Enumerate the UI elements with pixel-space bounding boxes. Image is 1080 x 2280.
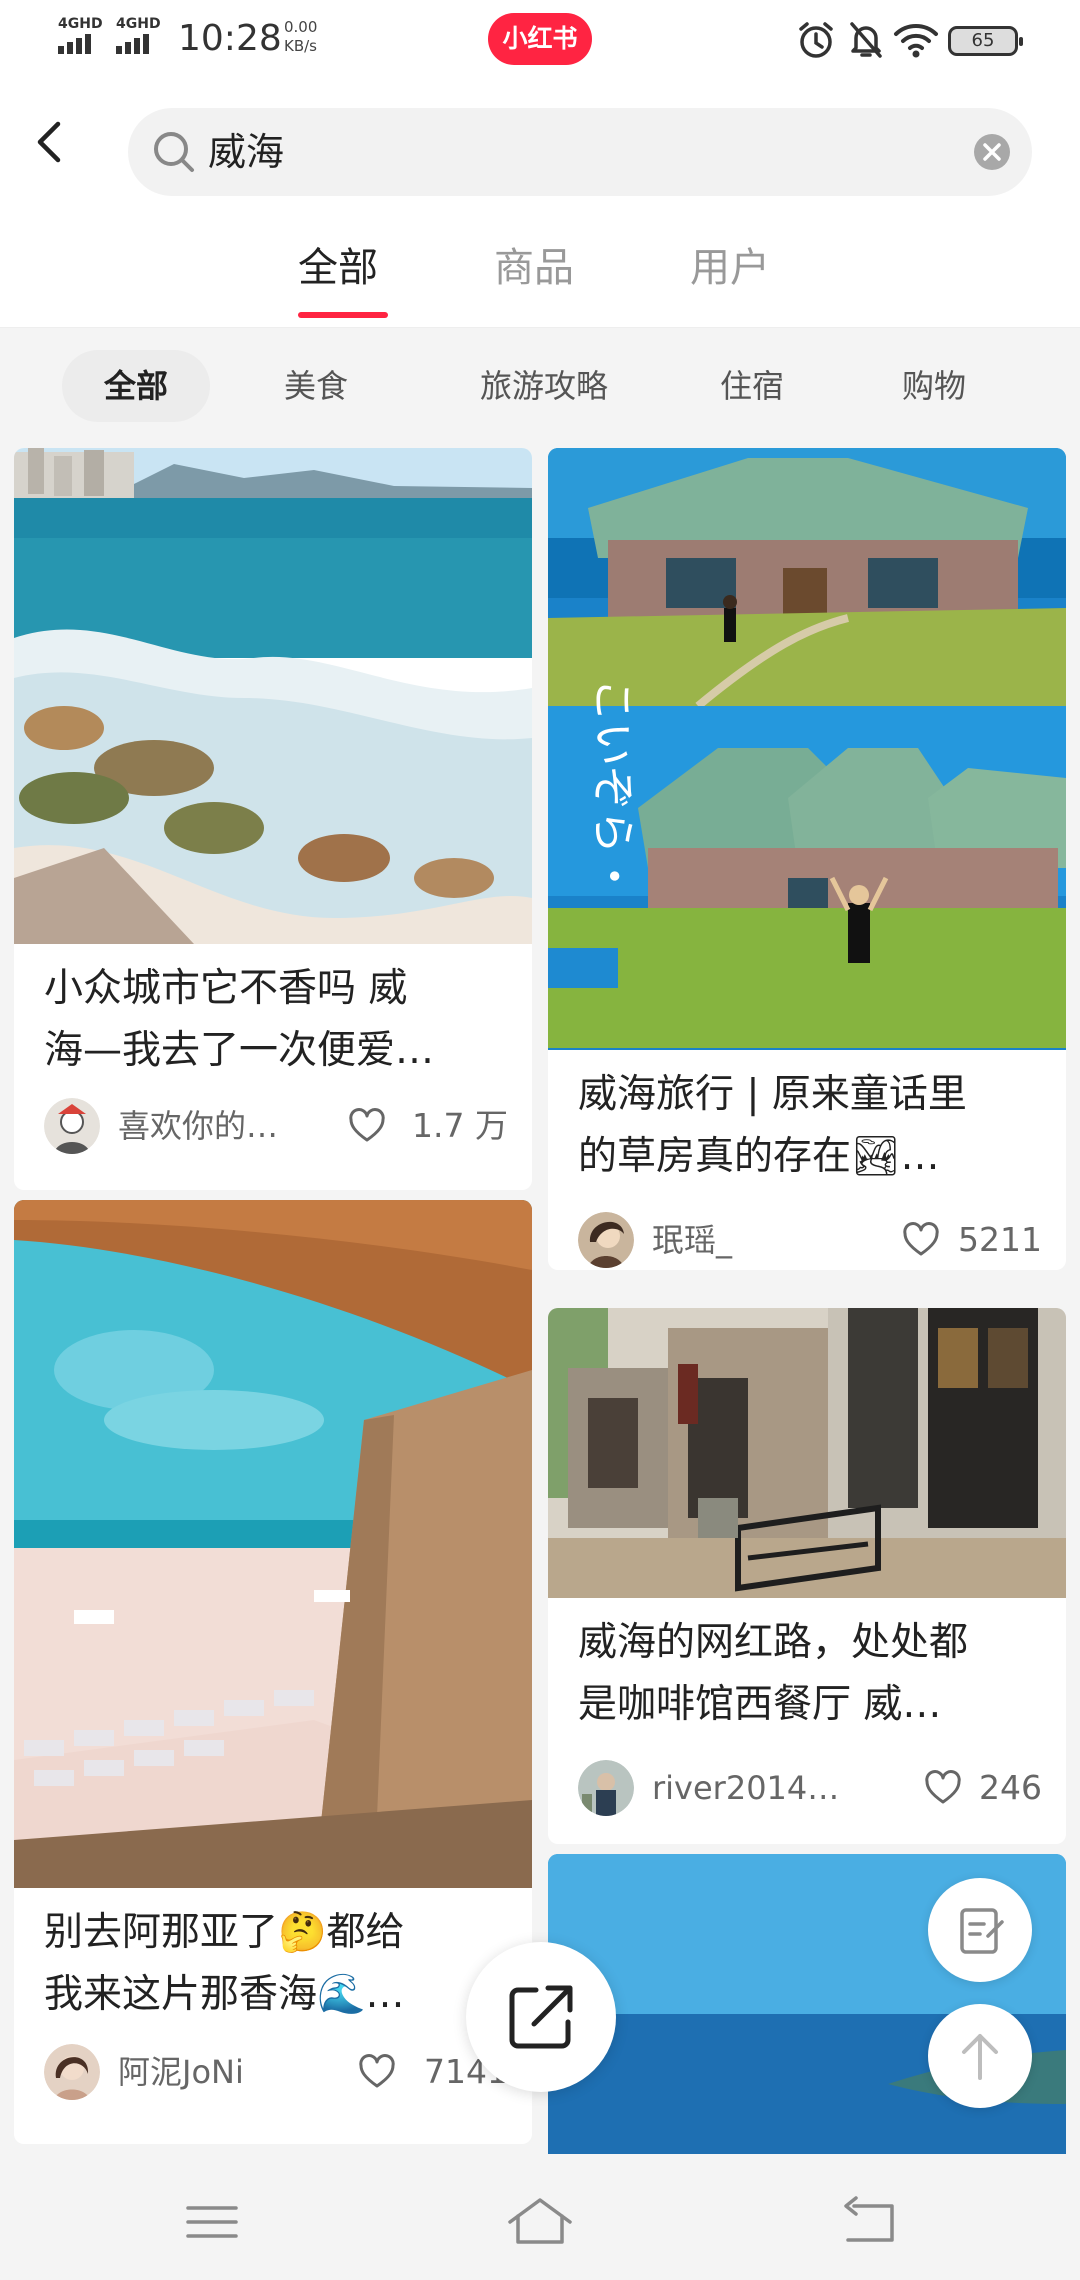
note-title-line-1: 小众城市它不香吗 威 <box>44 966 408 1011</box>
note-title-line-2: 我来这片那香海🌊… <box>44 1972 405 2017</box>
note-title-line-1: 威海旅行 | 原来童话里 <box>578 1072 967 1117</box>
share-icon <box>509 1985 573 2049</box>
back-to-top-button[interactable] <box>928 2004 1032 2108</box>
svg-text:こいぞら・: こいぞら・ <box>587 678 638 898</box>
heart-icon[interactable] <box>358 2054 396 2090</box>
post-note-button[interactable] <box>928 1878 1032 1982</box>
like-count: 5211 <box>958 1220 1042 1259</box>
note-cover-image <box>14 1200 532 1888</box>
like-count: 246 <box>979 1768 1042 1807</box>
note-meta: 阿泥JoNi 7141 <box>44 2044 508 2100</box>
status-time: 10:28 <box>178 18 282 59</box>
tab-active-indicator <box>298 312 388 318</box>
note-cover-image <box>548 1308 1066 1598</box>
menu-icon[interactable] <box>176 2190 248 2254</box>
author-name[interactable]: 喜欢你的… <box>118 1104 278 1148</box>
note-card[interactable]: こいぞら・ 威海旅行 | 原来童话里 的草房真的存在🏞… 珉瑶_ 5211 <box>548 448 1066 1270</box>
home-icon[interactable] <box>504 2190 576 2254</box>
heart-icon[interactable] <box>348 1108 386 1144</box>
wifi-icon <box>894 24 938 58</box>
network-speed: 0.00 KB/s <box>284 18 317 56</box>
note-title-line-2: 是咖啡馆西餐厅 威… <box>578 1682 942 1727</box>
note-title-line-2: 的草房真的存在🏞… <box>578 1134 940 1179</box>
network-speed-value: 0.00 <box>284 18 318 36</box>
note-card[interactable]: 威海的网红路，处处都 是咖啡馆西餐厅 威… river2014… 246 <box>548 1308 1066 1844</box>
note-title: 别去阿那亚了🤔都给 我来这片那香海🌊… <box>44 1902 510 2026</box>
clear-icon[interactable] <box>972 132 1012 172</box>
heart-icon[interactable] <box>924 1770 962 1806</box>
filter-chip-all[interactable]: 全部 <box>62 350 210 422</box>
note-meta: river2014… 246 <box>578 1760 1042 1816</box>
status-bar: 4GHD 4GHD 10:28 0.00 KB/s 小红书 65 <box>0 0 1080 80</box>
note-card[interactable]: 小众城市它不香吗 威 海—我去了一次便爱… 喜欢你的… 1.7 万 <box>14 448 532 1190</box>
note-title: 威海的网红路，处处都 是咖啡馆西餐厅 威… <box>578 1612 1044 1736</box>
signal-indicator-2: 4GHD <box>116 16 161 56</box>
avatar[interactable] <box>44 2044 100 2100</box>
network-speed-unit: KB/s <box>284 37 317 55</box>
tab-users[interactable]: 用户 <box>690 238 770 298</box>
note-title-line-2: 海—我去了一次便爱… <box>44 1028 435 1073</box>
filter-chip-lodging[interactable]: 住宿 <box>688 350 816 422</box>
avatar[interactable] <box>44 1098 100 1154</box>
tab-all[interactable]: 全部 <box>298 238 378 298</box>
signal-bars-icon <box>116 34 161 56</box>
network-label-2: 4GHD <box>116 16 161 32</box>
network-label-1: 4GHD <box>58 16 103 32</box>
like-count: 1.7 万 <box>412 1106 508 1145</box>
note-title: 小众城市它不香吗 威 海—我去了一次便爱… <box>44 958 510 1082</box>
chevron-left-icon[interactable] <box>20 110 84 174</box>
note-meta: 喜欢你的… 1.7 万 <box>44 1098 508 1154</box>
return-icon[interactable] <box>834 2190 906 2254</box>
tab-products[interactable]: 商品 <box>494 238 574 298</box>
mute-bell-icon <box>850 22 882 58</box>
edit-note-icon <box>960 1908 1004 1954</box>
filter-chip-travel-guide[interactable]: 旅游攻略 <box>434 350 654 422</box>
note-cover-image: こいぞら・ <box>548 448 1066 1050</box>
signal-indicator-1: 4GHD <box>58 16 103 56</box>
filter-chip-food[interactable]: 美食 <box>252 350 380 422</box>
share-button[interactable] <box>466 1942 616 2092</box>
author-name[interactable]: river2014… <box>652 1766 839 1810</box>
battery-indicator: 65 <box>948 26 1023 56</box>
avatar[interactable] <box>578 1212 634 1268</box>
arrow-up-icon <box>962 2034 998 2080</box>
search-tabs: 全部 商品 用户 <box>0 220 1080 328</box>
note-title-line-1: 别去阿那亚了🤔都给 <box>44 1910 405 1955</box>
heart-icon[interactable] <box>902 1222 940 1258</box>
filter-chip-shopping[interactable]: 购物 <box>870 350 998 422</box>
signal-bars-icon <box>58 34 103 56</box>
note-title: 威海旅行 | 原来童话里 的草房真的存在🏞… <box>578 1064 1044 1188</box>
note-title-line-1: 威海的网红路，处处都 <box>578 1620 969 1665</box>
author-name[interactable]: 阿泥JoNi <box>118 2050 244 2094</box>
system-navigation-bar <box>0 2164 1080 2280</box>
search-header: 威海 <box>0 80 1080 220</box>
search-icon <box>154 132 194 172</box>
note-meta: 珉瑶_ 5211 <box>578 1212 1042 1268</box>
search-query: 威海 <box>208 130 285 174</box>
filter-row: 全部 美食 旅游攻略 住宿 购物 <box>0 328 1080 446</box>
alarm-icon <box>799 22 833 58</box>
app-logo: 小红书 <box>488 13 592 65</box>
note-cover-image <box>14 448 532 944</box>
author-name[interactable]: 珉瑶_ <box>652 1218 732 1262</box>
avatar[interactable] <box>578 1760 634 1816</box>
note-card[interactable]: 别去阿那亚了🤔都给 我来这片那香海🌊… 阿泥JoNi 7141 <box>14 1200 532 2144</box>
search-input[interactable]: 威海 <box>128 108 1032 196</box>
